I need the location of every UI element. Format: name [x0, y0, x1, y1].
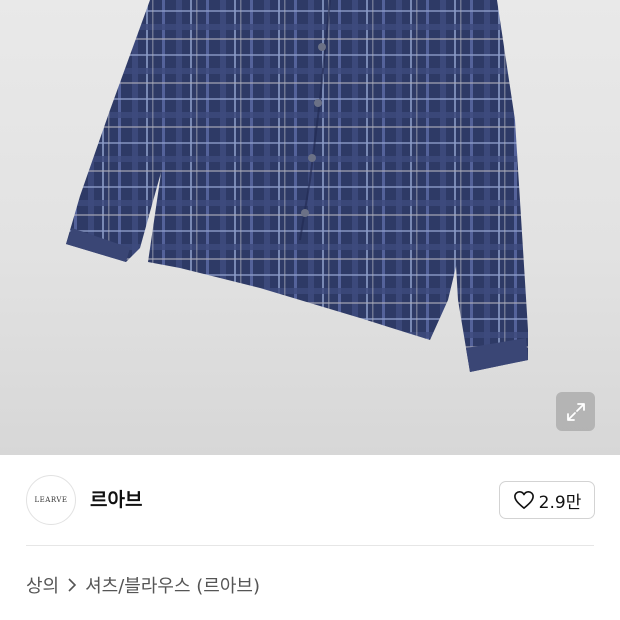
breadcrumb: 상의 셔츠/블라우스 (르아브) — [26, 572, 260, 598]
expand-button[interactable] — [556, 392, 595, 431]
brand-logo[interactable]: LEARVE — [26, 475, 76, 525]
like-count: 2.9만 — [538, 492, 582, 513]
heart-icon — [513, 491, 534, 509]
breadcrumb-item-subcategory[interactable]: 셔츠/블라우스 (르아브) — [85, 572, 260, 598]
brand-row: LEARVE 르아브 2.9만 — [0, 455, 620, 545]
shirt-photo — [66, 0, 528, 372]
divider — [26, 545, 594, 546]
like-button[interactable]: 2.9만 — [499, 481, 595, 519]
breadcrumb-item-category[interactable]: 상의 — [26, 572, 59, 598]
chevron-right-icon — [67, 578, 77, 592]
brand-name[interactable]: 르아브 — [90, 485, 142, 512]
product-image[interactable] — [0, 0, 620, 455]
brand-logo-text: LEARVE — [34, 496, 68, 504]
expand-icon — [566, 402, 585, 421]
